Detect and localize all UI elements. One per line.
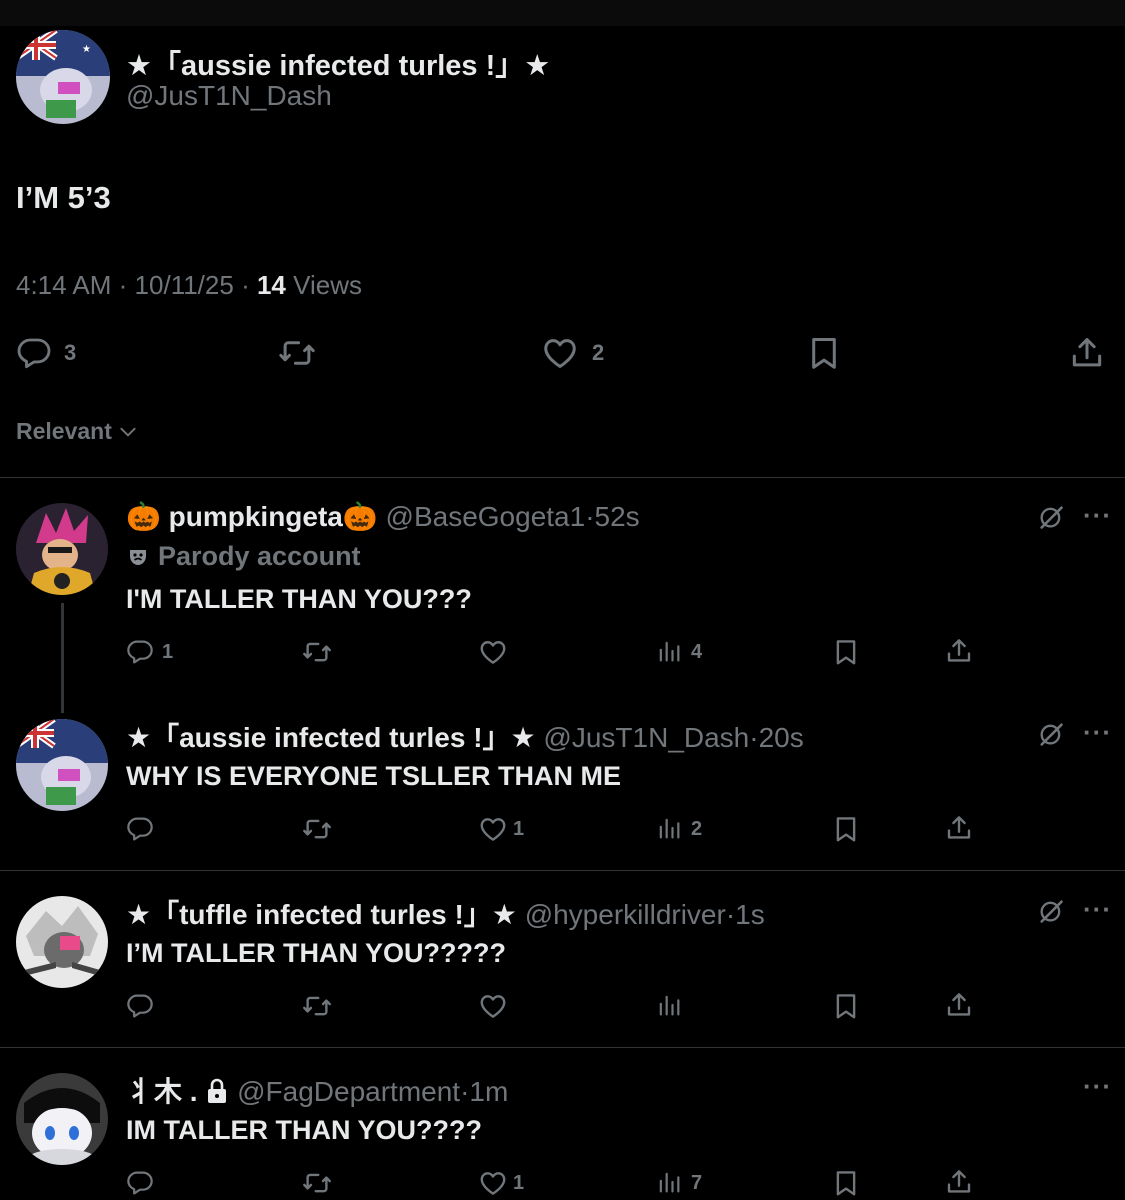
like-icon[interactable] xyxy=(478,1168,508,1198)
reply-display-name[interactable]: ★「tuffle infected turles !」★ xyxy=(126,899,517,930)
reply-handle[interactable]: @JusT1N_Dash xyxy=(543,722,749,753)
divider xyxy=(0,477,1125,478)
post-time[interactable]: 4:14 AM xyxy=(16,270,111,300)
bookmark-icon[interactable] xyxy=(831,991,861,1021)
reply-time[interactable]: 20s xyxy=(759,722,804,753)
post-text: I’M 5’3 xyxy=(16,180,111,215)
post-meta: 4:14 AM · 10/11/25 · 14 Views xyxy=(16,270,362,301)
svg-text:★: ★ xyxy=(82,44,91,55)
reply-icon[interactable] xyxy=(16,334,52,370)
reply-text: I'M TALLER THAN YOU??? xyxy=(126,584,472,614)
reply-header: ★「tuffle infected turles !」★ @hyperkilld… xyxy=(126,893,765,933)
separator: · xyxy=(118,270,128,300)
more-options-button[interactable]: ··· xyxy=(1083,1071,1112,1102)
reply-display-name[interactable]: ⺦⽊ . xyxy=(126,1076,198,1107)
reply-header: 🎃 pumpkingeta🎃 @BaseGogeta1·52s xyxy=(126,500,640,533)
separator: · xyxy=(241,270,250,300)
repost-icon[interactable] xyxy=(302,991,332,1021)
lock-icon xyxy=(205,1078,229,1104)
theater-mask-icon xyxy=(126,545,150,569)
author-display-name[interactable]: ★「aussie infected turles !」★ xyxy=(126,42,550,84)
separator: · xyxy=(749,722,759,753)
like-icon[interactable] xyxy=(478,814,508,844)
views-icon[interactable] xyxy=(655,991,683,1019)
bookmark-icon[interactable] xyxy=(831,1168,861,1198)
post-date[interactable]: 10/11/25 xyxy=(135,270,234,300)
reply-text: I’M TALLER THAN YOU????? xyxy=(126,938,506,968)
reply-header: ⺦⽊ . @FagDepartment·1m xyxy=(126,1070,508,1110)
like-count: 1 xyxy=(513,1172,525,1194)
author-handle[interactable]: @JusT1N_Dash xyxy=(126,80,332,112)
repost-icon[interactable] xyxy=(278,334,316,372)
more-options-button[interactable]: ··· xyxy=(1083,894,1112,925)
divider xyxy=(0,1047,1125,1048)
views-count: 2 xyxy=(691,818,703,840)
repost-icon[interactable] xyxy=(302,1168,332,1198)
grok-icon[interactable] xyxy=(1037,720,1065,748)
badge-label: Parody account xyxy=(158,541,361,571)
share-icon[interactable] xyxy=(1068,334,1106,372)
reply-icon[interactable] xyxy=(126,1168,154,1196)
divider xyxy=(0,870,1125,871)
chevron-down-icon xyxy=(118,422,138,442)
grok-icon[interactable] xyxy=(1037,897,1065,925)
status-bar xyxy=(0,0,1125,26)
avatar[interactable] xyxy=(16,896,108,988)
reply-time[interactable]: 52s xyxy=(595,501,640,532)
views-icon[interactable] xyxy=(655,637,683,665)
bookmark-icon[interactable] xyxy=(831,637,861,667)
more-options-button[interactable]: ··· xyxy=(1083,500,1112,531)
avatar[interactable] xyxy=(16,719,108,811)
separator: · xyxy=(725,899,736,930)
reply-count: 1 xyxy=(162,641,174,663)
reply-header: ★「aussie infected turles !」★ @JusT1N_Das… xyxy=(126,716,804,756)
share-icon[interactable] xyxy=(944,1167,974,1197)
like-icon[interactable] xyxy=(541,334,579,372)
reply-icon[interactable] xyxy=(126,814,154,842)
like-count: 2 xyxy=(592,340,605,365)
reply-text: IM TALLER THAN YOU???? xyxy=(126,1115,482,1145)
avatar[interactable] xyxy=(16,1073,108,1165)
sort-dropdown[interactable]: Relevant xyxy=(16,418,138,445)
views-count: 4 xyxy=(691,641,703,663)
share-icon[interactable] xyxy=(944,813,974,843)
reply-handle[interactable]: @hyperkilldriver xyxy=(525,899,726,930)
views-label: Views xyxy=(293,270,363,300)
like-icon[interactable] xyxy=(478,991,508,1021)
repost-icon[interactable] xyxy=(302,637,332,667)
avatar[interactable]: ★ xyxy=(16,30,110,124)
views-icon[interactable] xyxy=(655,1168,683,1196)
reply-count: 3 xyxy=(64,340,77,365)
views-icon[interactable] xyxy=(655,814,683,842)
avatar[interactable] xyxy=(16,503,108,595)
reply-time[interactable]: 1m xyxy=(469,1076,508,1107)
reply-icon[interactable] xyxy=(126,991,154,1019)
repost-icon[interactable] xyxy=(302,814,332,844)
reply-display-name[interactable]: 🎃 pumpkingeta🎃 xyxy=(126,501,378,532)
share-icon[interactable] xyxy=(944,636,974,666)
reply-text: WHY IS EVERYONE TSLLER THAN ME xyxy=(126,761,622,791)
more-options-button[interactable]: ··· xyxy=(1083,717,1112,748)
reply-handle[interactable]: @FagDepartment xyxy=(237,1076,460,1107)
reply-handle[interactable]: @BaseGogeta1 xyxy=(386,501,586,532)
parody-badge: Parody account xyxy=(126,541,361,572)
like-icon[interactable] xyxy=(478,637,508,667)
reply-display-name[interactable]: ★「aussie infected turles !」★ xyxy=(126,722,536,753)
views-count: 14 xyxy=(256,270,286,300)
sort-label: Relevant xyxy=(16,418,112,444)
thread-connector xyxy=(61,603,64,713)
bookmark-icon[interactable] xyxy=(831,814,861,844)
bookmark-icon[interactable] xyxy=(805,334,843,372)
share-icon[interactable] xyxy=(944,990,974,1020)
like-count: 1 xyxy=(513,818,525,840)
separator: · xyxy=(585,501,595,532)
grok-icon[interactable] xyxy=(1037,503,1065,531)
reply-icon[interactable] xyxy=(126,637,154,665)
reply-time[interactable]: 1s xyxy=(735,899,765,930)
views-count: 7 xyxy=(691,1172,703,1194)
